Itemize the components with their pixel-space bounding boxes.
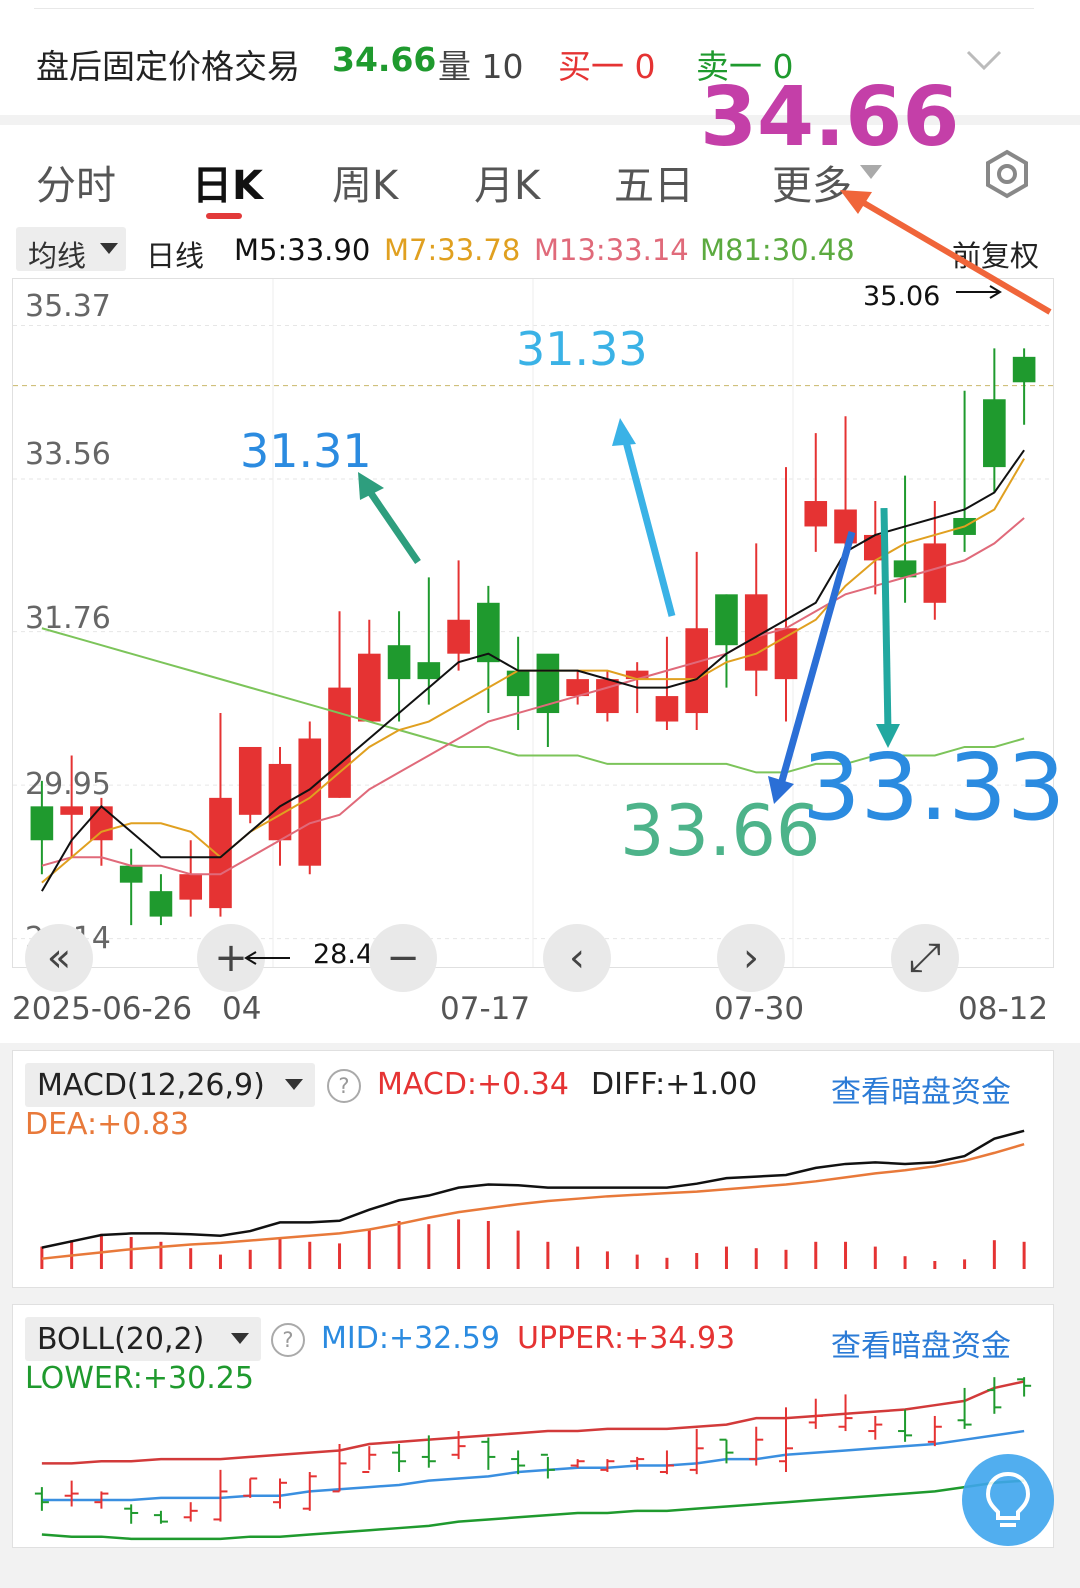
candle-body	[596, 679, 619, 714]
annotation-price-lightblue: 31.33	[516, 322, 648, 376]
x-tick-label: 08-12	[958, 991, 1049, 1027]
ma-dropdown[interactable]: 均线	[16, 227, 126, 273]
candle-body	[655, 696, 679, 722]
period-label: 日线	[146, 239, 205, 273]
candle-body	[715, 594, 738, 646]
boll-upper-line	[41, 1380, 1025, 1465]
y-tick-label: 33.56	[25, 437, 111, 472]
hexagon-settings-icon[interactable]	[982, 149, 1032, 199]
high-price-marker: 35.06	[863, 281, 941, 312]
tab-monthly-k[interactable]: 月K	[474, 153, 540, 211]
hint-button[interactable]	[962, 1454, 1054, 1546]
candle-body	[328, 687, 351, 798]
double-chevron-left-icon: «	[46, 935, 72, 981]
candle-body	[209, 797, 232, 909]
x-tick-label: 2025-06-26	[12, 991, 193, 1027]
minus-icon: −	[386, 935, 420, 981]
more-dropdown-icon[interactable]	[860, 165, 882, 181]
tab-daily-k[interactable]: 日K	[192, 153, 263, 211]
candle-body	[238, 746, 262, 815]
candle-body	[387, 645, 411, 680]
annotation-price-green: 33.66	[620, 790, 821, 872]
kline-svg	[13, 279, 1053, 967]
tab-five-day[interactable]: 五日	[614, 153, 694, 211]
ma81-value: M81:30.48	[700, 233, 855, 267]
tab-intraday[interactable]: 分时	[36, 153, 116, 211]
zoom-in-button[interactable]: +	[197, 924, 265, 992]
candle-body	[357, 653, 381, 722]
candle-body	[30, 806, 54, 841]
lightbulb-icon	[985, 1471, 1031, 1527]
scroll-right-button[interactable]: ›	[717, 924, 785, 992]
chevron-right-icon: ›	[743, 935, 759, 981]
chevron-left-icon: ‹	[569, 935, 585, 981]
candle-body	[804, 501, 828, 527]
fullscreen-button[interactable]: ⤢	[891, 924, 959, 992]
candle-body	[119, 865, 143, 883]
y-tick-label: 29.95	[25, 767, 111, 802]
zoom-out-button[interactable]: −	[369, 924, 437, 992]
candle-body	[983, 399, 1006, 468]
y-tick-label: 35.37	[25, 289, 111, 324]
plus-icon: +	[214, 935, 248, 981]
chevron-down-icon[interactable]	[966, 48, 1002, 72]
ma7-value: M7:33.78	[384, 233, 521, 267]
candle-body	[923, 543, 947, 603]
after-hours-title: 盘后固定价格交易	[36, 47, 300, 86]
diff-line	[41, 1129, 1025, 1249]
annotation-price-bigblue: 33.33	[802, 734, 1066, 841]
ma13-value: M13:33.14	[534, 233, 689, 267]
ma5-value: M5:33.90	[234, 233, 371, 267]
boll-panel: BOLL(20,2) ? MID:+32.59 UPPER:+34.93 查看暗…	[12, 1304, 1054, 1548]
scroll-left-button[interactable]: ‹	[543, 924, 611, 992]
candle-body	[90, 806, 113, 841]
macd-panel: MACD(12,26,9) ? MACD:+0.34 DIFF:+1.00 查看…	[12, 1050, 1054, 1288]
kline-chart[interactable]: 35.37 33.56 31.76 29.95 28.14 35.06 28.4…	[12, 278, 1054, 992]
dropdown-arrow-icon	[100, 243, 118, 254]
y-tick-label: 31.76	[25, 601, 111, 636]
adjust-mode[interactable]: 前复权	[952, 233, 1039, 275]
ma-dropdown-label: 均线	[28, 239, 87, 273]
boll-lower-line	[41, 1479, 1025, 1541]
candle-body	[60, 806, 83, 815]
candle-body	[179, 874, 203, 900]
annotation-price-blue: 31.31	[240, 424, 372, 478]
fullscreen-icon: ⤢	[909, 935, 941, 981]
candle-body	[447, 619, 470, 654]
candle-body	[149, 891, 173, 917]
divider	[34, 8, 1034, 9]
boll-mid-line	[41, 1429, 1025, 1502]
x-tick-label: 04	[222, 991, 262, 1027]
candle-body	[834, 509, 857, 544]
annotation-price-magenta: 34.66	[700, 70, 960, 165]
volume-label: 量 10	[438, 47, 524, 86]
candle-body	[685, 628, 709, 714]
scroll-start-button[interactable]: «	[25, 924, 93, 992]
boll-chart	[34, 1377, 1032, 1541]
candle-body	[1012, 356, 1036, 383]
after-hours-price: 34.66	[332, 40, 437, 79]
x-tick-label: 07-17	[440, 991, 531, 1027]
buy1-label: 买一 0	[558, 47, 656, 86]
candle-body	[417, 662, 441, 680]
x-tick-label: 07-30	[714, 991, 805, 1027]
tab-weekly-k[interactable]: 周K	[332, 153, 398, 211]
active-tab-indicator	[206, 213, 242, 219]
macd-chart	[40, 1129, 1026, 1269]
